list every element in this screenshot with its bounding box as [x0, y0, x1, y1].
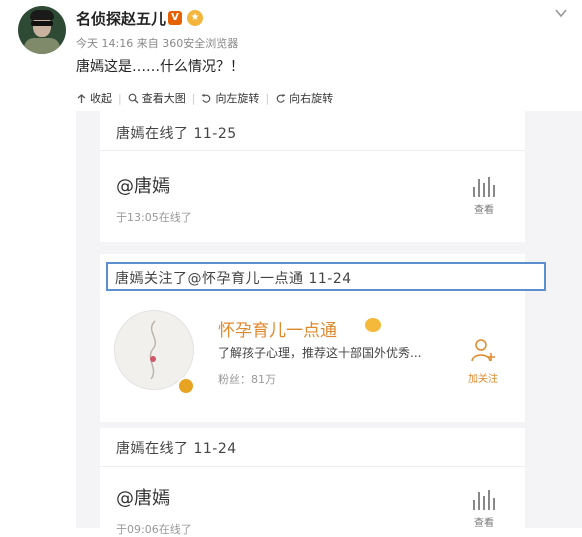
rotate-left-label: 向左旋转	[215, 92, 260, 105]
collapse-button[interactable]: 收起	[76, 90, 112, 106]
emoji-icon	[365, 318, 381, 332]
user-avatar[interactable]	[18, 6, 66, 54]
view-button: 查看	[467, 490, 501, 529]
online-time: 于09:06在线了	[116, 523, 192, 536]
image-toolbar: 收起 | 查看大图 | 向左旋转 | 向右旋转	[76, 90, 333, 106]
view-label: 查看	[474, 518, 494, 529]
post-source: 来自 360安全浏览器	[136, 37, 239, 50]
rotate-right-button[interactable]: 向右旋转	[275, 90, 333, 106]
rotate-left-button[interactable]: 向左旋转	[201, 90, 259, 106]
user-handle: @唐嫣	[116, 176, 170, 197]
toolbar-divider: |	[191, 91, 196, 105]
activity-card-online: 唐嫣在线了 11-24 @唐嫣 于09:06在线了 查看	[100, 428, 525, 536]
card-title: 唐嫣在线了 11-25	[116, 126, 237, 142]
rotate-right-label: 向右旋转	[289, 92, 334, 105]
medal-icon: ★	[187, 10, 203, 26]
bars-icon	[467, 490, 501, 510]
post-meta: 今天 14:16 来自 360安全浏览器	[76, 35, 238, 51]
rotate-right-icon	[276, 93, 286, 103]
verified-badge-icon	[177, 377, 195, 395]
follow-label: 加关注	[468, 374, 498, 385]
highlighted-title-box: 唐嫣关注了@怀孕育儿一点通 11-24	[106, 262, 546, 291]
card-title: 唐嫣关注了@怀孕育儿一点通 11-24	[115, 271, 352, 287]
view-label: 查看	[474, 205, 494, 216]
account-name: 怀孕育儿一点通	[218, 321, 337, 341]
card-title: 唐嫣在线了 11-24	[116, 441, 237, 457]
username[interactable]: 名侦探赵五儿	[76, 8, 166, 29]
bars-icon	[467, 177, 501, 197]
post-image[interactable]: 唐嫣在线了 11-25 @唐嫣 于13:05在线了 查看 唐嫣关注了@怀孕育儿一…	[76, 111, 582, 536]
toolbar-divider: |	[118, 91, 122, 105]
add-user-icon	[471, 339, 495, 362]
divider	[100, 466, 525, 467]
account-description: 了解孩子心理，推荐这十部国外优秀...	[218, 346, 422, 360]
follow-button: 加关注	[463, 336, 503, 385]
view-button: 查看	[467, 177, 501, 216]
user-handle: @唐嫣	[116, 488, 170, 509]
post-text: 唐嫣这是……什么情况？！	[76, 59, 244, 75]
activity-card-online: 唐嫣在线了 11-25 @唐嫣 于13:05在线了 查看	[100, 111, 525, 242]
rotate-left-icon	[202, 93, 211, 103]
view-large-label: 查看大图	[141, 92, 186, 105]
collapse-label: 收起	[90, 92, 112, 105]
collapse-icon	[77, 93, 86, 103]
chevron-down-icon[interactable]	[554, 6, 568, 20]
magnifier-icon	[128, 93, 139, 103]
account-fans: 粉丝：81万	[218, 373, 276, 386]
post-timestamp: 今天 14:16	[76, 37, 134, 50]
online-time: 于13:05在线了	[116, 211, 192, 224]
toolbar-divider: |	[265, 91, 270, 105]
view-large-button[interactable]: 查看大图	[128, 90, 186, 106]
activity-card-follow: 唐嫣关注了@怀孕育儿一点通 11-24 怀孕育儿一点通 了解孩子心理，推荐这十部…	[100, 254, 546, 422]
divider	[100, 150, 525, 151]
verified-badge-icon: V	[168, 11, 182, 25]
